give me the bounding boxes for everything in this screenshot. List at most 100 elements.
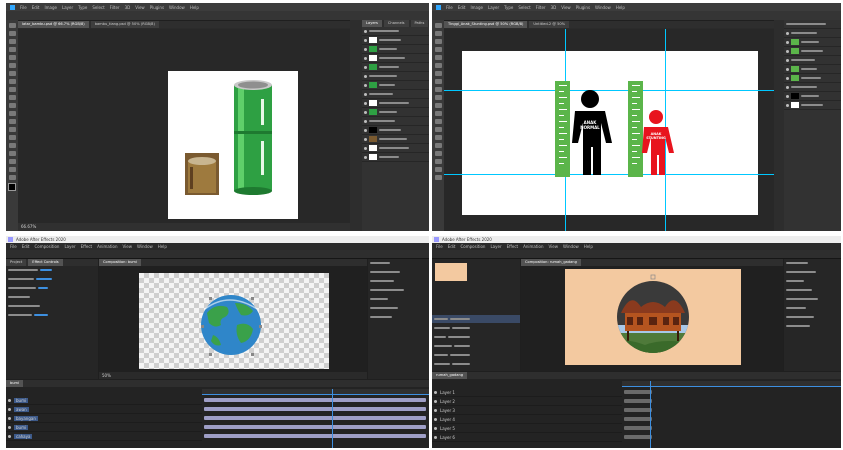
layer-row[interactable] — [784, 92, 841, 101]
viewer-footer[interactable]: 50% — [99, 372, 367, 379]
layer-row[interactable] — [784, 101, 841, 110]
layer-row[interactable] — [362, 108, 429, 117]
tab-timeline[interactable]: bumi — [6, 380, 24, 387]
panel-icon-strip[interactable] — [774, 20, 784, 231]
layers-panel[interactable] — [784, 20, 841, 231]
ps-logo-icon[interactable] — [436, 4, 441, 10]
layer-duration-bar[interactable] — [624, 390, 652, 394]
tools-panel[interactable] — [432, 20, 444, 231]
menu-file[interactable]: File — [436, 244, 443, 249]
timeline-layer-row[interactable]: bumi — [6, 423, 202, 432]
tab-composition[interactable]: Composition: rumah_gadang — [521, 259, 581, 266]
layer-row[interactable] — [362, 36, 429, 45]
tab-latar-bambu[interactable]: latar_bambu.psd @ 66.7% (RGB/8) — [18, 21, 89, 28]
tab-timeline[interactable]: rumah_gadang — [432, 372, 468, 379]
project-item[interactable] — [432, 324, 520, 333]
timeline-layer-row[interactable]: Layer 3 — [432, 406, 622, 415]
layer-row[interactable] — [784, 83, 841, 92]
menu-plugins[interactable]: Plugins — [150, 5, 164, 10]
layer-row[interactable] — [362, 117, 429, 126]
menu-select[interactable]: Select — [92, 5, 104, 10]
layer-row[interactable] — [362, 27, 429, 36]
menu-view[interactable]: View — [135, 5, 145, 10]
project-item[interactable] — [432, 333, 520, 342]
timeline-layer-row[interactable]: Layer 5 — [432, 424, 622, 433]
panel-row[interactable] — [784, 277, 841, 286]
properties-panel[interactable] — [784, 259, 841, 371]
panel-row[interactable] — [368, 304, 429, 313]
menu-3d[interactable]: 3D — [125, 5, 131, 10]
panel-row[interactable] — [784, 259, 841, 268]
menu-help[interactable]: Help — [190, 5, 199, 10]
layer-row[interactable] — [362, 90, 429, 99]
tab-tinggi-anak[interactable]: Tinggi_Anak_Stunting.psd @ 50% (RGB/8) — [444, 21, 528, 28]
toolbar[interactable] — [432, 250, 841, 259]
viewer-zoom[interactable]: 50% — [102, 373, 111, 378]
panel-row[interactable] — [368, 277, 429, 286]
effect-property-row[interactable] — [6, 266, 98, 275]
effect-property-row[interactable] — [6, 275, 98, 284]
panel-row[interactable] — [784, 286, 841, 295]
timeline-layer-row[interactable]: bumi — [6, 396, 202, 405]
composition-panel[interactable]: Composition: bumi 50% — [99, 259, 367, 379]
menu-edit[interactable]: Edit — [448, 244, 456, 249]
menu-select[interactable]: Select — [518, 5, 530, 10]
tab-composition[interactable]: Composition: bumi — [99, 259, 141, 266]
effect-property-row[interactable] — [6, 302, 98, 311]
panel-header[interactable] — [784, 20, 841, 29]
layer-duration-bar[interactable] — [204, 416, 426, 420]
layer-duration-bar[interactable] — [624, 399, 652, 403]
menu-effect[interactable]: Effect — [81, 244, 93, 249]
menu-image[interactable]: Image — [44, 5, 57, 10]
menu-type[interactable]: Type — [504, 5, 513, 10]
layer-duration-bar[interactable] — [204, 434, 426, 438]
playhead[interactable] — [650, 381, 651, 448]
tab-layers[interactable]: Layers — [362, 20, 382, 27]
project-panel[interactable] — [432, 259, 520, 371]
layer-duration-bar[interactable] — [624, 417, 652, 421]
layer-row[interactable] — [362, 135, 429, 144]
layer-row[interactable] — [362, 45, 429, 54]
menu-filter[interactable]: Filter — [110, 5, 120, 10]
panel-row[interactable] — [368, 295, 429, 304]
menu-plugins[interactable]: Plugins — [576, 5, 590, 10]
panel-row[interactable] — [368, 313, 429, 322]
menu-file[interactable]: File — [20, 5, 27, 10]
layer-duration-bar[interactable] — [204, 425, 426, 429]
timeline-layer-row[interactable]: Layer 2 — [432, 397, 622, 406]
menu-help[interactable]: Help — [584, 244, 593, 249]
layer-row[interactable] — [362, 99, 429, 108]
project-item[interactable] — [432, 315, 520, 324]
tab-channels[interactable]: Channels — [383, 20, 409, 27]
menu-edit[interactable]: Edit — [22, 244, 30, 249]
menu-3d[interactable]: 3D — [551, 5, 557, 10]
layer-row[interactable] — [784, 65, 841, 74]
tab-effect-controls[interactable]: Effect Controls — [28, 259, 63, 266]
tools-panel[interactable] — [6, 20, 18, 231]
menu-window[interactable]: Window — [137, 244, 153, 249]
menu-layer[interactable]: Layer — [490, 244, 501, 249]
playhead[interactable] — [332, 389, 333, 448]
menu-layer[interactable]: Layer — [64, 244, 75, 249]
menu-window[interactable]: Window — [595, 5, 611, 10]
panel-row[interactable] — [368, 259, 429, 268]
menu-edit[interactable]: Edit — [32, 5, 40, 10]
tab-project[interactable]: Project — [6, 259, 27, 266]
timeline-layer-row[interactable]: Layer 1 — [432, 388, 622, 397]
panel-row[interactable] — [368, 286, 429, 295]
timeline-panel[interactable]: bumi bumi awan bayangan bumi cahaya — [6, 380, 429, 448]
menu-layer[interactable]: Layer — [62, 5, 73, 10]
menu-animation[interactable]: Animation — [523, 244, 543, 249]
layer-duration-bar[interactable] — [624, 435, 652, 439]
layer-row[interactable] — [362, 144, 429, 153]
layer-duration-bar[interactable] — [624, 408, 652, 412]
layer-row[interactable] — [362, 63, 429, 72]
menu-animation[interactable]: Animation — [97, 244, 117, 249]
menu-view[interactable]: View — [549, 244, 559, 249]
menu-file[interactable]: File — [10, 244, 17, 249]
timeline-layer-row[interactable]: awan — [6, 405, 202, 414]
ps-logo-icon[interactable] — [10, 4, 15, 10]
timeline-layer-row[interactable]: Layer 4 — [432, 415, 622, 424]
panel-row[interactable] — [784, 268, 841, 277]
layer-row[interactable] — [784, 29, 841, 38]
